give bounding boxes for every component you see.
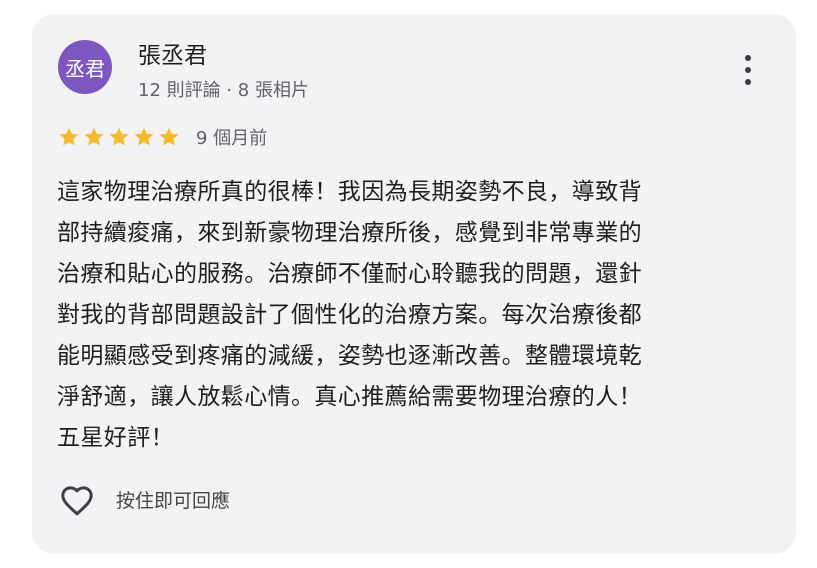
rating-row: 9 個月前 (57, 124, 267, 150)
heart-outline-icon (61, 486, 93, 516)
more-options-button[interactable] (732, 50, 764, 90)
star-rating (57, 125, 181, 149)
star-icon (57, 125, 81, 149)
review-text-line: 對我的背部問題設計了個性化的治療方案。每次治療後都 (57, 302, 642, 328)
more-vert-icon-dot (745, 79, 751, 85)
review-text-line: 五星好評！ (57, 425, 174, 451)
review-text-line: 能明顯感受到疼痛的減緩，姿勢也逐漸改善。整體環境乾 (57, 343, 642, 369)
reviewer-meta: 12 則評論 · 8 張相片 (138, 80, 309, 101)
star-icon (132, 125, 156, 149)
more-vert-icon (745, 55, 751, 61)
more-vert-icon-dot (745, 67, 751, 73)
review-text-line: 淨舒適，讓人放鬆心情。真心推薦給需要物理治療的人！ (57, 384, 642, 410)
reply-hint: 按住即可回應 (116, 490, 231, 512)
reviewer-name[interactable]: 張丞君 (138, 36, 207, 70)
star-icon (82, 125, 106, 149)
review-text-line: 這家物理治療所真的很棒！我因為長期姿勢不良，導致背 (57, 179, 642, 205)
star-icon (107, 125, 131, 149)
star-icon (157, 125, 181, 149)
like-button[interactable] (54, 478, 100, 522)
review-text: 這家物理治療所真的很棒！我因為長期姿勢不良，導致背 部持續痠痛，來到新豪物理治療所… (57, 172, 767, 459)
review-time: 9 個月前 (196, 128, 268, 149)
review-text-line: 部持續痠痛，來到新豪物理治療所後，感覺到非常專業的 (57, 220, 642, 246)
avatar[interactable]: 丞君 (58, 40, 112, 94)
review-card: 丞君 張丞君 12 則評論 · 8 張相片 9 個月前 這家物理治療所真的很棒！… (32, 14, 796, 554)
review-text-line: 治療和貼心的服務。治療師不僅耐心聆聽我的問題，還針 (57, 261, 642, 287)
